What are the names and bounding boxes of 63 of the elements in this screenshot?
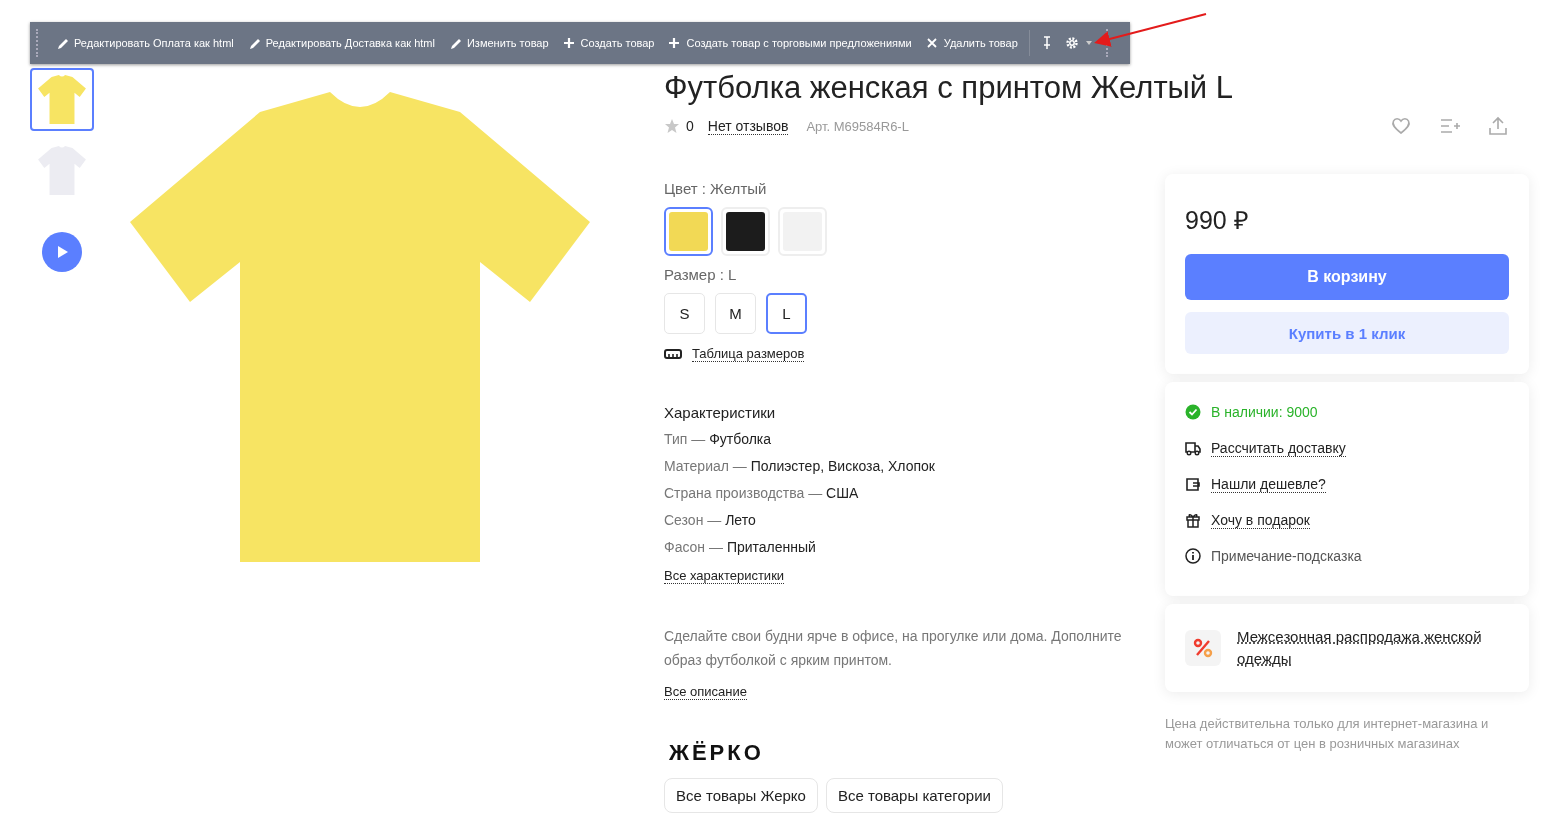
rating-count: 0 (686, 118, 694, 134)
gift-icon (1185, 512, 1201, 528)
full-description-link[interactable]: Все описание (664, 684, 747, 700)
check-circle-icon (1185, 404, 1201, 420)
close-icon (925, 36, 939, 50)
characteristics-heading: Характеристики (664, 404, 777, 421)
settings-icon[interactable] (1063, 35, 1080, 51)
percent-icon (1185, 630, 1221, 666)
share-icon[interactable] (1487, 116, 1509, 136)
reviews-link[interactable]: Нет отзывов (707, 117, 789, 135)
pencil-icon (56, 36, 69, 50)
product-title: Футболка женская с принтом Желтый L (664, 69, 1235, 107)
size-option[interactable]: L (766, 293, 807, 334)
description-text: Сделайте свои будни ярче в офисе, на прогулке или дома. Дополните образ футболкой с ярким принтом. (664, 627, 1123, 670)
brand-filter-button[interactable]: Все товары Жерко (664, 778, 818, 813)
ruler-icon (664, 349, 682, 359)
action-link[interactable]: Нашли дешевле? (1211, 475, 1326, 493)
plus-icon (562, 36, 576, 50)
favorite-icon[interactable] (1391, 116, 1413, 136)
pencil-icon (247, 36, 261, 50)
size-label: Размер : L (664, 266, 738, 283)
characteristic-row-text: Тип — Футболка (664, 431, 773, 448)
image-thumbnail[interactable] (30, 68, 94, 131)
star-icon (664, 118, 680, 134)
brand-filter-button[interactable]: Все товары категории (825, 778, 1003, 813)
toolbar-button[interactable]: Создать товар (555, 36, 662, 50)
drag-handle-icon[interactable] (36, 29, 41, 57)
play-icon (42, 231, 82, 272)
caret-icon (1085, 41, 1092, 45)
pencil-icon (448, 36, 462, 50)
toolbar-button[interactable]: Создать товар с торговыми предложениями (661, 36, 919, 50)
characteristic-row-text: Материал — Полиэстер, Вискоза, Хлопок (664, 458, 936, 475)
characteristic-row-text: Фасон — Приталенный (664, 539, 817, 556)
price-note: Цена действительна только для интернет-магазина и может отличаться от цен в розничных магазинах (1165, 715, 1490, 753)
plus-icon (668, 36, 682, 50)
brand-logo: ЖЁРКО (669, 740, 765, 766)
characteristic-row-text: Сезон — Лето (664, 512, 757, 529)
hint-text: Примечание-подсказка (1211, 548, 1362, 564)
toolbar-button[interactable]: Редактировать Доставка как html (240, 36, 442, 50)
characteristic-row-text: Страна производства — США (664, 485, 860, 502)
toolbar-button[interactable]: Изменить товар (441, 36, 556, 50)
pin-icon[interactable] (1041, 36, 1052, 50)
all-characteristics-link[interactable]: Все характеристики (664, 568, 785, 584)
toolbar-button[interactable]: Удалить товар (918, 36, 1025, 50)
add-to-cart-button[interactable]: В корзину (1185, 254, 1509, 300)
stock-status: В наличии: 9000 (1211, 404, 1318, 420)
info-icon (1185, 548, 1201, 564)
size-option[interactable]: M (715, 293, 756, 334)
action-link[interactable]: Рассчитать доставку (1211, 439, 1346, 457)
drag-handle-icon[interactable] (1105, 29, 1111, 57)
toolbar-button[interactable]: Редактировать Оплата как html (49, 36, 241, 50)
wallet-icon (1185, 476, 1201, 492)
color-swatch[interactable] (664, 207, 713, 256)
promo-link[interactable]: Межсезонная распродажа женской одежды (1237, 626, 1509, 670)
list-plus-icon[interactable] (1439, 116, 1461, 136)
size-table-link[interactable]: Таблица размеров (692, 346, 805, 362)
truck-icon (1185, 440, 1201, 456)
tshirt-thumbnail-drawing (36, 73, 88, 126)
sku-text: Арт. M69584R6-L (806, 118, 909, 134)
action-link[interactable]: Хочу в подарок (1211, 511, 1310, 529)
color-label: Цвет : Желтый (664, 180, 768, 197)
size-option[interactable]: S (664, 293, 705, 334)
price-text: 990 ₽ (1185, 205, 1250, 236)
